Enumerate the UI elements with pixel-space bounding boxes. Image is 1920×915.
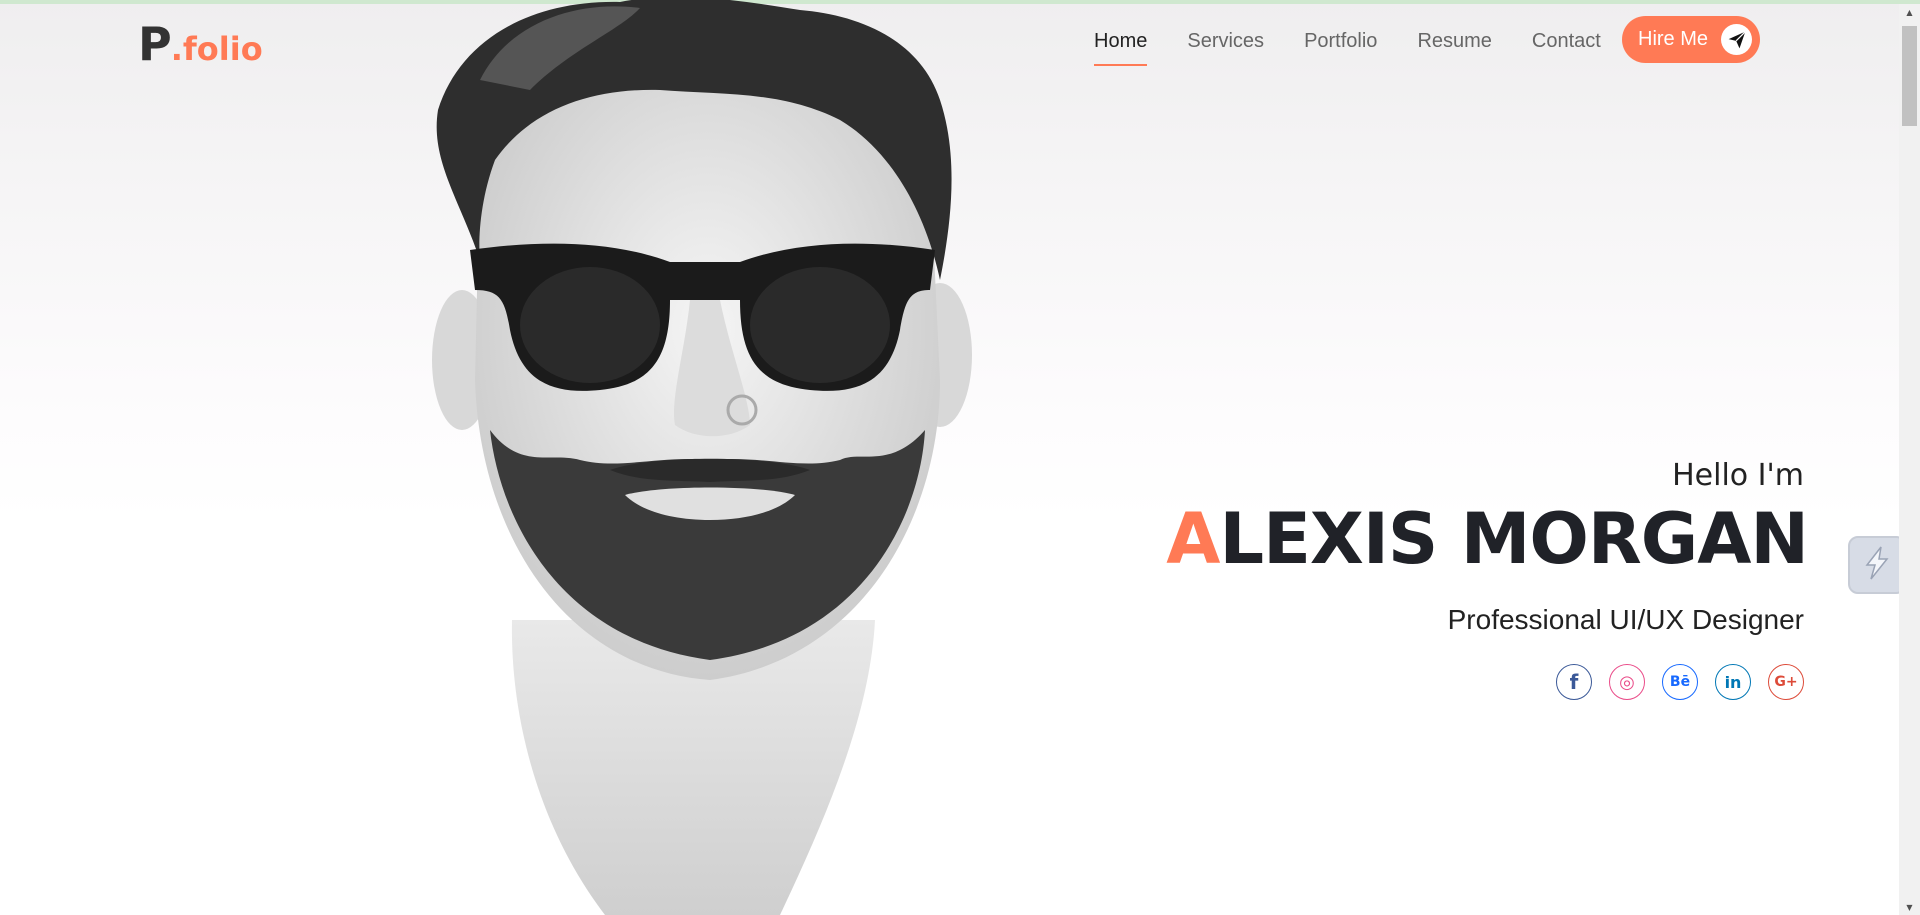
hero-greeting: Hello I'm	[1672, 458, 1804, 493]
hire-me-label: Hire Me	[1638, 28, 1709, 50]
nav-contact[interactable]: Contact	[1532, 30, 1601, 53]
hero-role: Professional UI/UX Designer	[1447, 604, 1804, 635]
page-scrollbar[interactable]: ▲ ▼	[1899, 4, 1920, 915]
scroll-thumb[interactable]	[1902, 26, 1917, 126]
logo-suffix: .folio	[170, 30, 263, 68]
nav-portfolio[interactable]: Portfolio	[1304, 30, 1377, 53]
nav-home[interactable]: Home	[1094, 30, 1148, 66]
hero-name: ALEXIS MORGAN	[1166, 498, 1809, 580]
paper-plane-icon	[1721, 24, 1752, 55]
google-plus-icon[interactable]: G+	[1768, 664, 1804, 700]
nav-services[interactable]: Services	[1187, 30, 1264, 53]
scroll-up-arrow-icon[interactable]: ▲	[1899, 4, 1920, 20]
nav-resume[interactable]: Resume	[1417, 30, 1491, 53]
hero-name-rest: LEXIS MORGAN	[1219, 498, 1809, 580]
dribbble-icon[interactable]: ◎	[1609, 664, 1645, 700]
hero-name-initial: A	[1166, 498, 1220, 580]
side-widget-button[interactable]	[1848, 536, 1906, 594]
lightning-icon	[1861, 545, 1893, 586]
logo-main: P	[138, 17, 172, 71]
social-links: f ◎ Bē in G+	[1539, 664, 1804, 700]
main-navigation: Home Services Portfolio Resume Contact	[1094, 24, 1641, 66]
behance-icon[interactable]: Bē	[1662, 664, 1698, 700]
facebook-icon[interactable]: f	[1556, 664, 1592, 700]
site-logo[interactable]: P.folio	[138, 14, 263, 79]
hero-portrait	[432, 0, 972, 915]
hire-me-button[interactable]: Hire Me	[1622, 16, 1760, 63]
scroll-down-arrow-icon[interactable]: ▼	[1899, 899, 1920, 915]
linkedin-icon[interactable]: in	[1715, 664, 1751, 700]
